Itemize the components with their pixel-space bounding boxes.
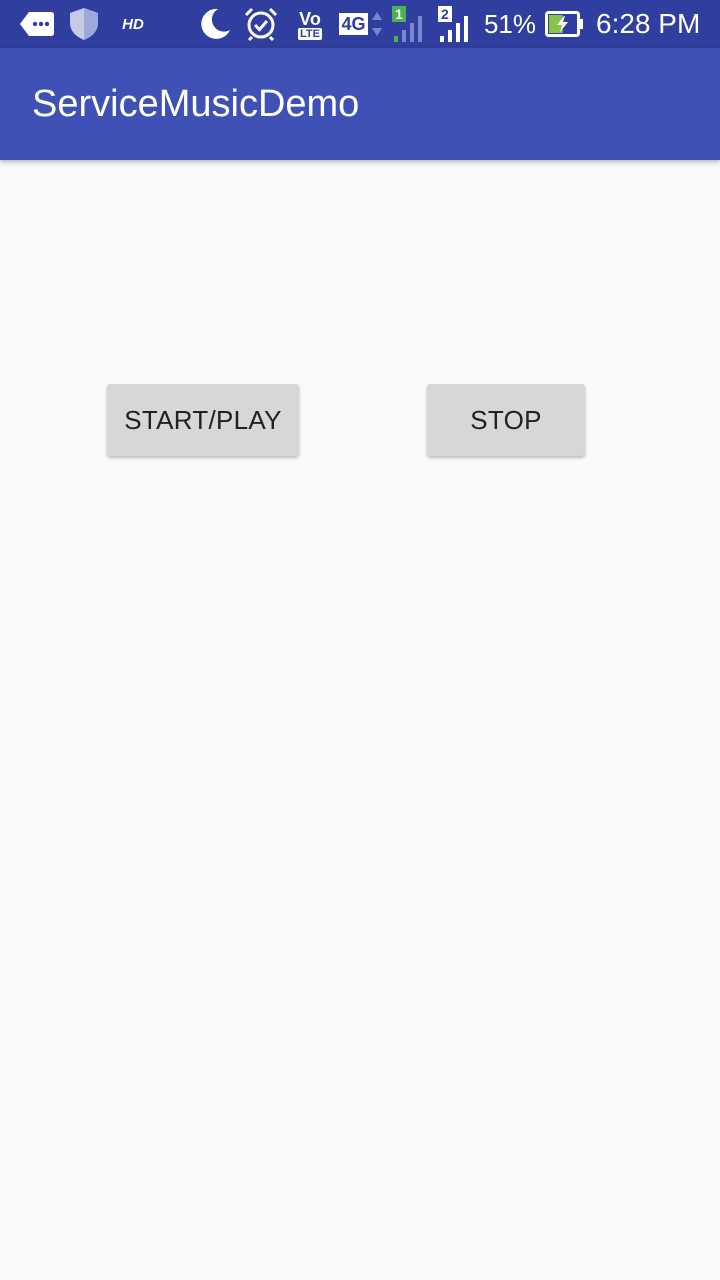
hd-text: HD	[122, 15, 144, 33]
battery-percent-text: 51%	[483, 8, 537, 39]
status-bar: HD Vo LTE 4G 1 2 51% 6:28 PM	[0, 0, 720, 48]
stop-button[interactable]: STOP	[427, 384, 585, 456]
volte-icon: Vo LTE	[292, 0, 328, 48]
battery-percent: 51%	[480, 0, 540, 48]
app-title: ServiceMusicDemo	[32, 83, 360, 125]
shield-icon	[66, 0, 102, 48]
volte-top-text: Vo	[299, 9, 321, 29]
clock: 6:28 PM	[596, 0, 706, 48]
battery-charging-icon	[544, 0, 586, 48]
main-content: START/PLAY STOP	[0, 160, 720, 1280]
volte-bottom-text: LTE	[298, 28, 322, 40]
network-4g-icon: 4G	[337, 0, 385, 48]
moon-icon	[195, 0, 233, 48]
app-bar: ServiceMusicDemo	[0, 48, 720, 160]
alarm-icon	[242, 0, 280, 48]
message-dots-icon	[18, 0, 56, 48]
sim1-signal-icon: 1	[390, 0, 430, 48]
sim2-signal-icon: 2	[436, 0, 476, 48]
start-play-button[interactable]: START/PLAY	[107, 384, 299, 456]
network-4g-text: 4G	[339, 13, 368, 35]
clock-text: 6:28 PM	[596, 8, 701, 39]
hd-label: HD	[118, 0, 148, 48]
